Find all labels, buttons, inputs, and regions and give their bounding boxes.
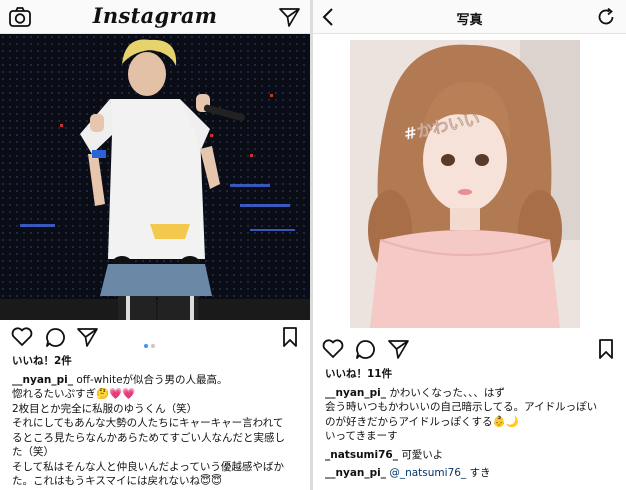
caption-line: 2枚目とか完全に私服のゆうくん（笑） bbox=[12, 402, 198, 415]
caption-line: るところ見たらなんかあらためてすごい人なんだと実感し bbox=[12, 431, 285, 444]
top-bar: 写真 bbox=[313, 0, 626, 34]
comment-row: __nyan_pi_ @_natsumi76_ すき bbox=[325, 466, 618, 481]
post-caption-area: いいね！2件 __nyan_pi_ off-whiteが似合う男の人最高。 惚れ… bbox=[12, 354, 302, 489]
caption-line: た（笑） bbox=[12, 446, 54, 458]
likes-count[interactable]: いいね！11件 bbox=[325, 367, 618, 382]
comment-text: すき bbox=[469, 467, 491, 479]
comment-icon[interactable] bbox=[355, 339, 376, 360]
bookmark-icon[interactable] bbox=[598, 339, 614, 359]
likes-count[interactable]: いいね！2件 bbox=[12, 354, 302, 369]
comment-username[interactable]: __nyan_pi_ bbox=[325, 467, 386, 479]
post-photo-frame: #かわいい bbox=[313, 34, 626, 330]
comment-mention[interactable]: @_natsumi76_ bbox=[389, 467, 466, 479]
caption-text: かわいくなった、、、はず bbox=[389, 386, 505, 399]
right-post-screen: 写真 #かわいい いいね！11件 __nyan_pi_ かわいくなった、、、はず… bbox=[313, 0, 626, 490]
heart-icon[interactable] bbox=[322, 339, 344, 359]
left-post-screen: Instagram いいね！2件 __nyan_pi_ off-whiteが似合… bbox=[0, 0, 310, 490]
caption-line: た。これはもうキスマイには戻れないね😇😇 bbox=[12, 475, 222, 487]
caption-line: 会う時いつもかわいいの自己暗示してる。アイドルっぽい bbox=[325, 401, 598, 413]
post-photo-selfie[interactable]: #かわいい bbox=[350, 40, 580, 328]
instagram-logo: Instagram bbox=[92, 3, 218, 28]
page-title: 写真 bbox=[456, 13, 483, 28]
caption-line: そして私はそんな人と仲良いんだよっていう優越感やばか bbox=[12, 460, 285, 473]
comment-row: _natsumi76_ 可愛いよ bbox=[325, 448, 618, 463]
caption-line: それにしてもあんな大勢の人たちにキャーキャー言われて bbox=[12, 417, 284, 429]
share-icon[interactable] bbox=[77, 327, 98, 347]
direct-send-icon[interactable] bbox=[279, 7, 300, 27]
carousel-dot bbox=[151, 344, 155, 348]
comment-text: 可愛いよ bbox=[401, 448, 444, 461]
post-actions bbox=[313, 335, 626, 365]
caption-line: いってきまーす bbox=[325, 430, 398, 442]
comment-username[interactable]: _natsumi76_ bbox=[325, 449, 398, 461]
heart-icon[interactable] bbox=[11, 327, 33, 347]
refresh-icon[interactable] bbox=[596, 7, 616, 27]
post-photo-performer[interactable] bbox=[0, 34, 310, 320]
caption-line: のが好きだからアイドルっぽくする👶🌙 bbox=[325, 415, 519, 428]
caption-line: __nyan_pi_ off-whiteが似合う男の人最高。 bbox=[12, 373, 302, 388]
caption-text: off-whiteが似合う男の人最高。 bbox=[76, 373, 228, 386]
top-bar: Instagram bbox=[0, 0, 310, 34]
carousel-indicator bbox=[144, 333, 158, 352]
bookmark-icon[interactable] bbox=[282, 327, 298, 347]
post-caption-area: いいね！11件 __nyan_pi_ かわいくなった、、、はず 会う時いつもかわ… bbox=[325, 367, 618, 481]
carousel-dot bbox=[144, 344, 148, 348]
caption-username[interactable]: __nyan_pi_ bbox=[325, 387, 386, 399]
caption-line: 惚れるたいぷすぎ🤔💗💗 bbox=[12, 388, 136, 400]
caption-username[interactable]: __nyan_pi_ bbox=[12, 374, 73, 386]
share-icon[interactable] bbox=[388, 339, 409, 359]
comment-icon[interactable] bbox=[45, 327, 66, 348]
caption-line: __nyan_pi_ かわいくなった、、、はず bbox=[325, 386, 618, 401]
